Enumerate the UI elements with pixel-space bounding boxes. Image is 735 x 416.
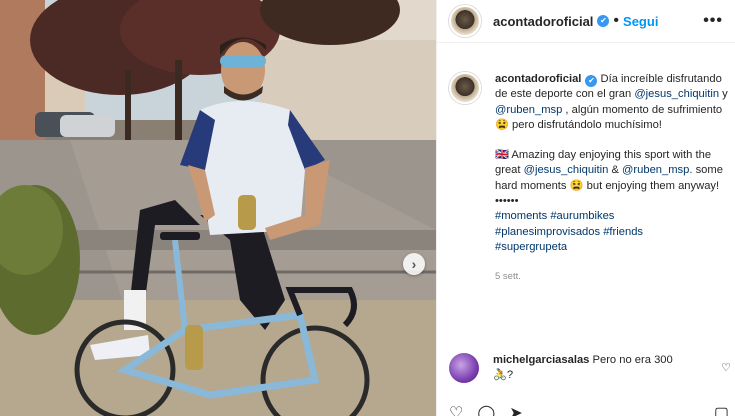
hashtag-link[interactable]: #supergrupeta bbox=[495, 240, 731, 255]
caption-dots: •••••• bbox=[495, 195, 519, 208]
follow-button[interactable]: Segui bbox=[623, 14, 658, 29]
caption-es-2: y bbox=[719, 88, 728, 101]
separator-dot: • bbox=[613, 12, 620, 29]
comment-icon[interactable]: ◯ bbox=[477, 403, 495, 416]
verified-icon: ✔ bbox=[585, 75, 598, 87]
share-icon[interactable]: ➤ bbox=[509, 403, 522, 416]
header-username[interactable]: acontadoroficial bbox=[493, 14, 593, 29]
more-options-icon[interactable]: ••• bbox=[703, 12, 723, 30]
mention-link[interactable]: @ruben_msp bbox=[495, 104, 562, 116]
next-photo-button[interactable]: › bbox=[403, 253, 425, 275]
mention-link[interactable]: @jesus_chiquitin bbox=[634, 88, 719, 100]
like-comment-icon[interactable]: ♡ bbox=[721, 361, 731, 384]
post-photo[interactable]: › bbox=[0, 0, 436, 416]
comment-avatar[interactable] bbox=[449, 353, 479, 383]
bookmark-icon[interactable]: ▢ bbox=[714, 403, 729, 416]
caption-avatar[interactable] bbox=[449, 72, 481, 104]
like-icon[interactable]: ♡ bbox=[449, 403, 463, 416]
mention-link[interactable]: @ruben_msp bbox=[622, 164, 689, 176]
hashtag-link[interactable]: #moments #aurumbikes bbox=[495, 209, 731, 224]
instagram-post-view: › acontadoroficial ✔ • Segui ••• acontad… bbox=[0, 0, 735, 416]
post-sidebar: acontadoroficial ✔ • Segui ••• acontador… bbox=[436, 0, 735, 416]
post-header: acontadoroficial ✔ • Segui ••• bbox=[437, 0, 735, 43]
cyclist-photo bbox=[0, 0, 436, 416]
verified-icon: ✔ bbox=[597, 15, 610, 27]
post-actions: ♡ ◯ ➤ ▢ bbox=[449, 403, 729, 416]
comment-text: michelgarciasalas Pero no era 300 🚴? bbox=[493, 353, 693, 384]
mention-link[interactable]: @jesus_chiquitin bbox=[524, 164, 609, 176]
caption-text: acontadoroficial ✔ Día increíble disfruta… bbox=[495, 72, 731, 285]
avatar[interactable] bbox=[449, 5, 481, 37]
caption-username[interactable]: acontadoroficial bbox=[495, 73, 581, 85]
caption: acontadoroficial ✔ Día increíble disfruta… bbox=[449, 72, 731, 285]
comment-row: michelgarciasalas Pero no era 300 🚴? ♡ bbox=[449, 353, 731, 384]
caption-en-2: & bbox=[608, 164, 623, 177]
hashtag-link[interactable]: #planesimprovisados #friends bbox=[495, 225, 731, 240]
comment-username[interactable]: michelgarciasalas bbox=[493, 354, 589, 366]
post-time[interactable]: 5 sett. bbox=[495, 269, 731, 284]
